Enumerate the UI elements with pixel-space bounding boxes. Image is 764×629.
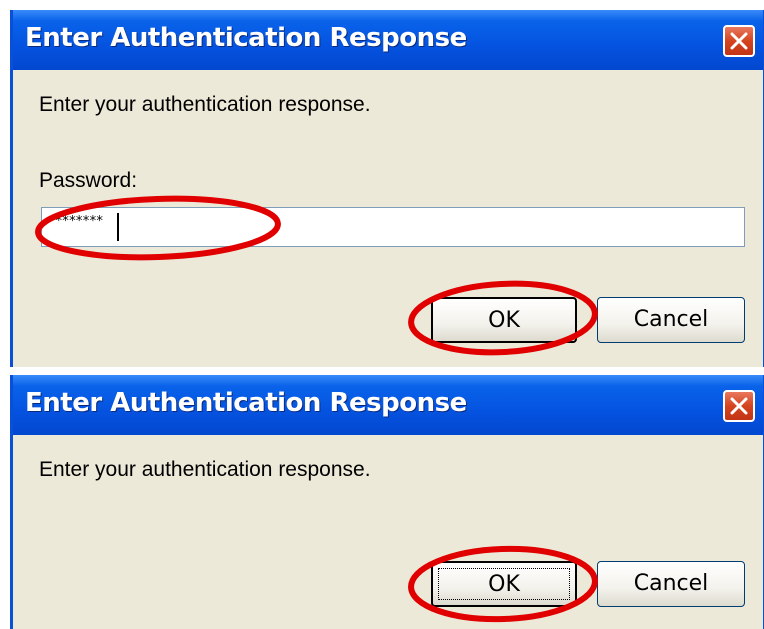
title-bar[interactable]: Enter Authentication Response [13, 375, 763, 435]
dialog-message: Enter your authentication response. [39, 458, 371, 481]
close-button[interactable] [723, 25, 755, 57]
cancel-button[interactable]: Cancel [597, 561, 745, 607]
dialog-message: Enter your authentication response. [39, 93, 371, 116]
close-button[interactable] [723, 390, 755, 422]
password-value: ******** [48, 214, 104, 229]
text-caret [117, 213, 119, 241]
auth-dialog-with-password: Enter Authentication Response Enter your… [10, 10, 764, 367]
close-icon [730, 397, 748, 415]
cancel-button-label: Cancel [633, 307, 709, 332]
auth-dialog-confirm: Enter Authentication Response Enter your… [10, 375, 764, 629]
ok-button-label: OK [488, 308, 520, 333]
dialog-title: Enter Authentication Response [25, 23, 467, 53]
ok-button-focused[interactable]: OK [431, 561, 577, 607]
cancel-button[interactable]: Cancel [597, 297, 745, 343]
close-icon [730, 32, 748, 50]
title-bar[interactable]: Enter Authentication Response [13, 10, 763, 70]
cancel-button-label: Cancel [633, 571, 709, 596]
dialog-title: Enter Authentication Response [25, 388, 467, 418]
ok-button[interactable]: OK [431, 297, 577, 343]
password-label: Password: [39, 169, 138, 192]
ok-button-label: OK [488, 572, 520, 597]
password-field[interactable]: ******** [41, 207, 745, 247]
